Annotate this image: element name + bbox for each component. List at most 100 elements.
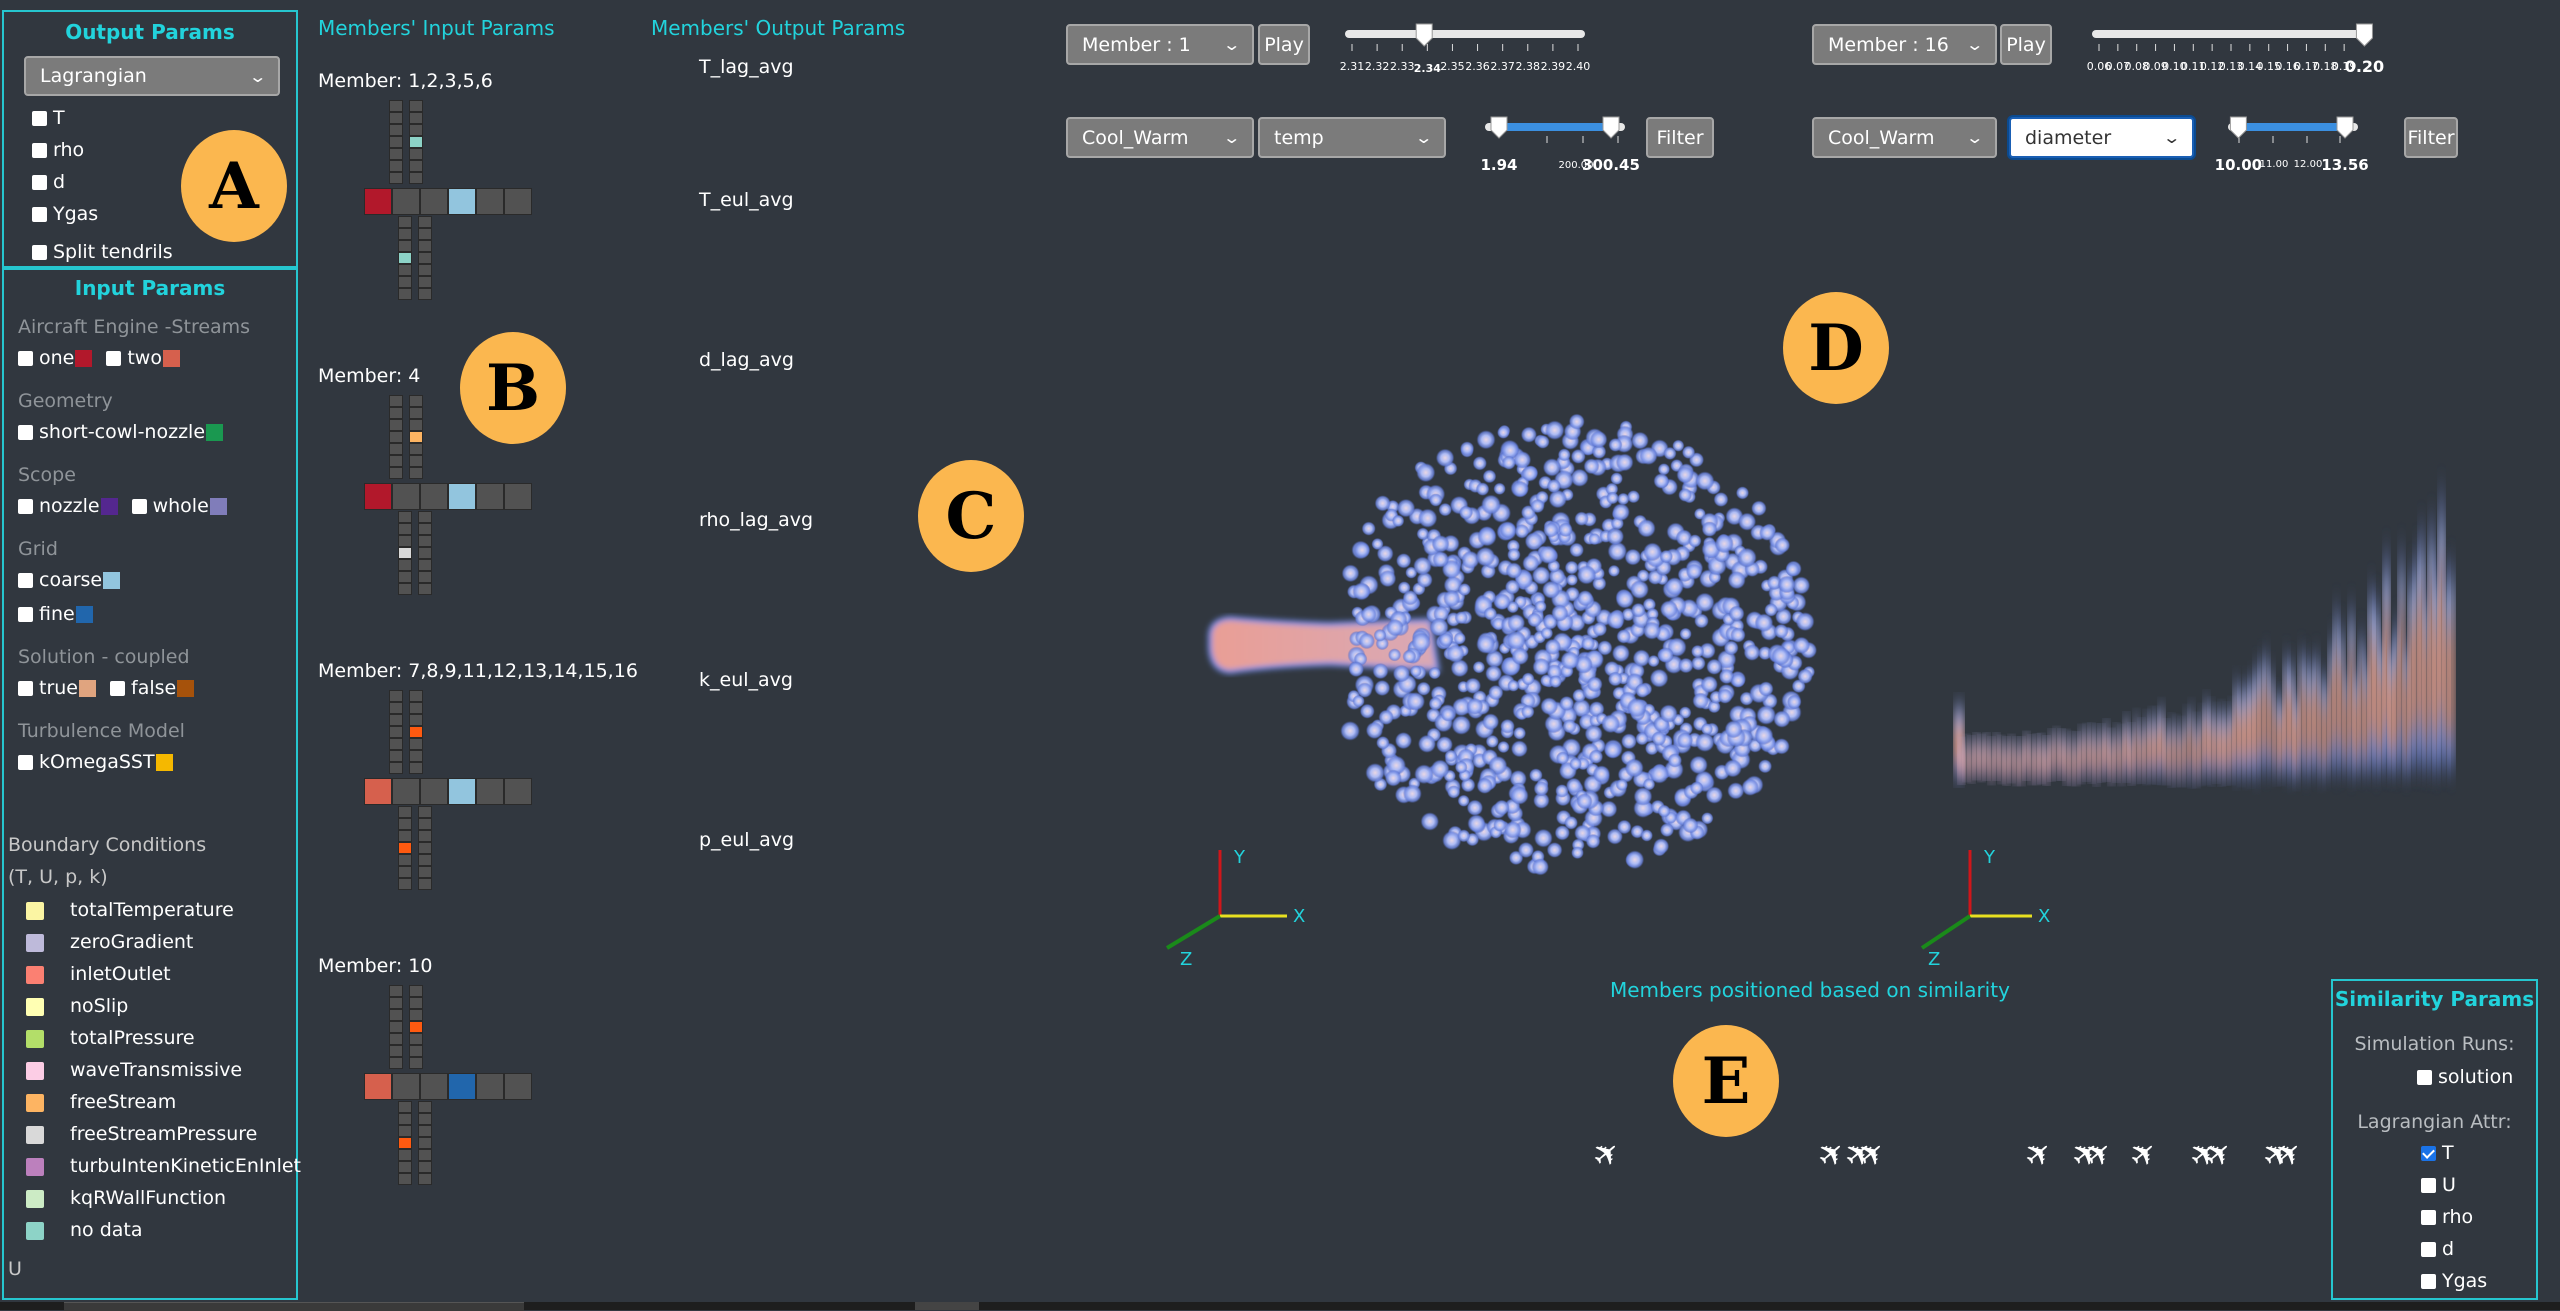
checkbox-checked[interactable] — [2421, 1146, 2436, 1161]
glyph-cell — [418, 842, 432, 854]
filter-button-right[interactable]: Filter — [2404, 117, 2458, 158]
spray-particle — [1466, 697, 1484, 715]
param-option-fine[interactable]: fine — [18, 603, 93, 625]
attribute-select-left[interactable]: temp ⌄ — [1258, 117, 1446, 158]
spray-particle — [1658, 647, 1674, 664]
spray-particle — [1610, 472, 1623, 485]
attr-checkbox-d[interactable]: d — [2421, 1233, 2487, 1265]
colormap-select-right[interactable]: Cool_Warm ⌄ — [1812, 117, 1997, 158]
checkbox[interactable] — [2421, 1178, 2436, 1193]
spray-particle — [1672, 439, 1685, 452]
param-option-false[interactable]: false — [110, 677, 195, 699]
spray-3d-view-left[interactable] — [1180, 380, 1820, 900]
axes-gizmo-right: Y X Z — [1920, 847, 2050, 970]
time-slider-left[interactable]: 2.31 2.32 2.33 2.34 2.35 2.36 2.37 2.38 2.39 2.40 — [1290, 18, 1670, 88]
checkbox[interactable] — [131, 499, 147, 514]
run-checkbox-solution[interactable]: solution — [2417, 1061, 2513, 1093]
param-group-title: Scope — [18, 464, 76, 486]
spray-particle — [1559, 695, 1575, 711]
output-checkbox-d[interactable]: d — [32, 166, 173, 198]
chevron-down-icon: ⌄ — [247, 66, 267, 86]
checkbox[interactable] — [18, 755, 33, 770]
glyph-cell — [389, 1045, 403, 1057]
output-checkbox-rho[interactable]: rho — [32, 134, 173, 166]
range-min-label: 10.00 — [2215, 156, 2262, 174]
attr-checkbox-U[interactable]: U — [2421, 1169, 2487, 1201]
range-slider-right[interactable]: 10.00 13.56 11.00 12.00 — [2210, 112, 2410, 187]
param-option-true[interactable]: true — [18, 677, 96, 699]
member-select-left[interactable]: Member : 1 ⌄ — [1066, 24, 1254, 65]
scrollbar-thumb-secondary[interactable] — [915, 1302, 979, 1310]
attr-checkbox-Ygas[interactable]: Ygas — [2421, 1265, 2487, 1297]
option-label: two — [127, 347, 162, 369]
glyph-cell — [398, 511, 412, 523]
checkbox[interactable] — [18, 425, 33, 440]
glyph-cell — [418, 252, 432, 264]
z-axis-line — [1165, 914, 1222, 950]
option-label: one — [39, 347, 75, 369]
checkbox[interactable] — [18, 499, 33, 514]
glyph-cell — [418, 511, 432, 523]
output-checkbox-ygas[interactable]: Ygas — [32, 198, 173, 230]
spray-particle — [1692, 692, 1709, 710]
checkbox[interactable] — [106, 351, 122, 366]
spray-particle — [1570, 448, 1586, 464]
member-select-right[interactable]: Member : 16 ⌄ — [1812, 24, 1997, 65]
split-tendrils-checkbox[interactable]: Split tendrils — [32, 236, 173, 268]
param-option-one[interactable]: one — [18, 347, 93, 369]
param-option-nozzle[interactable]: nozzle — [18, 495, 118, 517]
range-handle-max[interactable] — [1602, 116, 1620, 139]
slider-track[interactable] — [1345, 30, 1585, 38]
color-swatch — [75, 350, 93, 367]
checkbox-label: Split tendrils — [53, 241, 173, 263]
checkbox[interactable] — [2421, 1242, 2436, 1257]
filter-button-left[interactable]: Filter — [1646, 117, 1714, 158]
time-slider-right[interactable]: 0.060.070.080.090.100.110.120.130.140.15… — [2020, 18, 2420, 88]
slider-handle[interactable] — [1415, 23, 1433, 47]
checkbox[interactable] — [110, 681, 125, 696]
attr-checkbox-T[interactable]: T — [2421, 1137, 2487, 1169]
spray-particle — [1758, 759, 1773, 774]
airplane-icon[interactable]: ✈ — [2121, 1131, 2166, 1177]
glyph-cell — [389, 100, 403, 112]
checkbox[interactable] — [18, 681, 33, 696]
output-type-select[interactable]: Lagrangian ⌄ — [24, 56, 280, 96]
checkbox[interactable] — [32, 143, 47, 158]
param-option-coarse[interactable]: coarse — [18, 569, 121, 591]
range-handle-min[interactable] — [1490, 116, 1508, 139]
glyph-cell — [389, 762, 403, 774]
bc-legend-item: no data — [26, 1214, 301, 1246]
checkbox[interactable] — [32, 207, 47, 222]
checkbox[interactable] — [18, 573, 33, 588]
checkbox[interactable] — [2421, 1210, 2436, 1225]
param-option-two[interactable]: two — [106, 347, 180, 369]
range-handle-min[interactable] — [2229, 116, 2247, 139]
param-option-whole[interactable]: whole — [131, 495, 227, 517]
checkbox[interactable] — [32, 245, 47, 260]
horizontal-scrollbar[interactable] — [0, 1302, 2560, 1311]
spray-particle — [1348, 661, 1365, 678]
checkbox[interactable] — [2421, 1274, 2436, 1289]
range-slider-left[interactable]: 1.94 300.45200.00 — [1460, 112, 1650, 187]
slider-handle[interactable] — [2355, 23, 2373, 47]
range-handle-max[interactable] — [2336, 116, 2354, 139]
airplane-icon[interactable]: ✈ — [2016, 1131, 2061, 1177]
checkbox[interactable] — [18, 607, 33, 622]
color-swatch — [162, 350, 180, 367]
checkbox[interactable] — [32, 111, 47, 126]
checkbox[interactable] — [32, 175, 47, 190]
slider-track[interactable] — [2092, 30, 2370, 38]
output-checkbox-t[interactable]: T — [32, 102, 173, 134]
checkbox[interactable] — [2417, 1070, 2432, 1085]
param-option-kOmegaSST[interactable]: kOmegaSST — [18, 751, 173, 773]
spray-particle — [1592, 765, 1611, 783]
colormap-select-left[interactable]: Cool_Warm ⌄ — [1066, 117, 1254, 158]
param-group-title: Geometry — [18, 390, 113, 412]
spray-particle — [1510, 786, 1529, 805]
param-option-short-cowl-nozzle[interactable]: short-cowl-nozzle — [18, 421, 224, 443]
attr-checkbox-rho[interactable]: rho — [2421, 1201, 2487, 1233]
checkbox[interactable] — [18, 351, 33, 366]
airplane-icon[interactable]: ✈ — [1584, 1131, 1629, 1177]
spray-3d-view-right[interactable] — [1940, 460, 2460, 820]
attribute-select-right[interactable]: diameter ⌄ — [2009, 117, 2194, 158]
